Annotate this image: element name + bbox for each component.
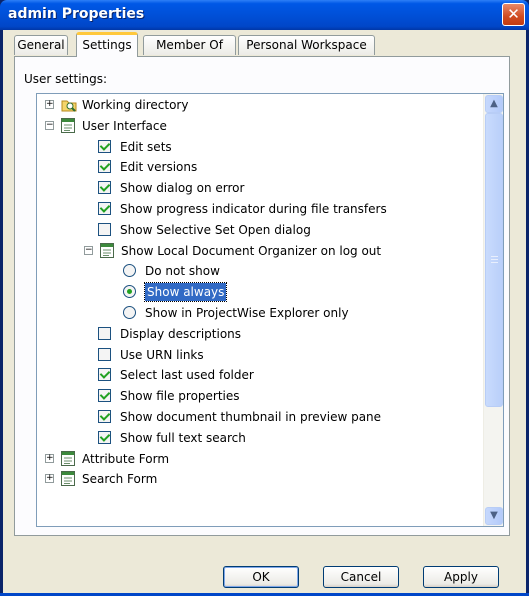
radio-button[interactable] <box>123 285 136 298</box>
collapse-icon[interactable]: − <box>84 246 93 255</box>
tree-row[interactable]: − Show Local Document Organizer on log ou… <box>37 241 483 261</box>
tree-row-label: Use URN links <box>120 348 204 362</box>
window-title: admin Properties <box>8 6 145 22</box>
tree-items: + Working directory − User Interface Edit se… <box>37 94 483 526</box>
scroll-thumb[interactable] <box>485 113 503 407</box>
tree-row[interactable]: Show always <box>37 282 483 302</box>
checkbox[interactable] <box>98 431 111 444</box>
tree-row-label: Show Selective Set Open dialog <box>120 223 311 237</box>
tree-row[interactable]: Show file properties <box>37 386 483 406</box>
tree-row[interactable]: Show progress indicator during file tran… <box>37 199 483 219</box>
checkbox[interactable] <box>98 410 111 423</box>
expand-icon[interactable]: + <box>45 454 54 463</box>
tab-settings[interactable]: Settings <box>76 32 138 57</box>
tree-row-label: Show always <box>143 282 228 302</box>
tree-row-label: Select last used folder <box>120 368 254 382</box>
tab-personal-workspace[interactable]: Personal Workspace <box>238 35 375 55</box>
close-button[interactable]: ✕ <box>502 3 525 26</box>
checkbox[interactable] <box>98 389 111 402</box>
tree-row[interactable]: Do not show <box>37 261 483 281</box>
checkbox[interactable] <box>98 368 111 381</box>
chevron-down-icon: ▼ <box>490 510 498 521</box>
tree-row-label: Search Form <box>82 472 158 486</box>
radio-button[interactable] <box>123 264 136 277</box>
tree-row-label: Show document thumbnail in preview pane <box>120 410 382 424</box>
settings-tree[interactable]: + Working directory − User Interface Edit se… <box>36 93 504 527</box>
tree-row[interactable]: + Working directory <box>37 95 483 115</box>
tab-label: Personal Workspace <box>246 38 367 52</box>
tree-row[interactable]: − User Interface <box>37 116 483 136</box>
tab-label: Member Of <box>156 38 223 52</box>
checkbox[interactable] <box>98 327 111 340</box>
tree-row[interactable]: Select last used folder <box>37 365 483 385</box>
tree-row-label: Working directory <box>82 98 189 112</box>
vertical-scrollbar[interactable]: ▲ ▼ <box>483 94 503 526</box>
radio-button[interactable] <box>123 306 136 319</box>
tree-row-label: Display descriptions <box>120 327 242 341</box>
tab-general[interactable]: General <box>14 35 68 55</box>
tree-row[interactable]: Show in ProjectWise Explorer only <box>37 303 483 323</box>
tree-row[interactable]: Edit sets <box>37 137 483 157</box>
tree-row[interactable]: + Attribute Form <box>37 449 483 469</box>
checkbox[interactable] <box>98 181 111 194</box>
scroll-down-button[interactable]: ▼ <box>485 507 503 525</box>
apply-label: Apply <box>444 570 478 584</box>
cancel-label: Cancel <box>340 570 382 584</box>
tree-row[interactable]: Show Selective Set Open dialog <box>37 220 483 240</box>
collapse-icon[interactable]: − <box>45 121 54 130</box>
tree-row[interactable]: Edit versions <box>37 157 483 177</box>
cancel-button[interactable]: Cancel <box>323 566 399 588</box>
tree-row-label: Attribute Form <box>82 452 170 466</box>
tree-row[interactable]: Use URN links <box>37 345 483 365</box>
tab-member-of[interactable]: Member Of <box>143 35 236 55</box>
folder-search-icon <box>61 97 77 112</box>
tree-row[interactable]: Show document thumbnail in preview pane <box>37 407 483 427</box>
close-icon: ✕ <box>507 5 520 23</box>
tree-row[interactable]: Show full text search <box>37 428 483 448</box>
tree-row-label: Show file properties <box>120 389 240 403</box>
form-icon <box>61 451 75 466</box>
checkbox[interactable] <box>98 202 111 215</box>
tree-row-label: User Interface <box>82 119 167 133</box>
tree-row-label: Show progress indicator during file tran… <box>120 202 387 216</box>
expand-icon[interactable]: + <box>45 474 54 483</box>
tree-row-label: Edit sets <box>120 140 172 154</box>
tree-row-label: Show dialog on error <box>120 181 245 195</box>
ok-button[interactable]: OK <box>223 566 299 588</box>
user-settings-label: User settings: <box>24 72 108 86</box>
form-icon <box>100 243 114 258</box>
tree-row-label: Show Local Document Organizer on log out <box>121 244 382 258</box>
tree-row-label: Do not show <box>145 264 220 278</box>
tree-row-label: Show in ProjectWise Explorer only <box>145 306 349 320</box>
tab-label: General <box>17 38 65 52</box>
tree-row-label: Edit versions <box>120 160 198 174</box>
tree-row[interactable]: + Search Form <box>37 469 483 489</box>
properties-window: admin Properties ✕ General Settings Memb… <box>0 0 529 596</box>
tree-row[interactable]: Show dialog on error <box>37 178 483 198</box>
tree-row[interactable]: Display descriptions <box>37 324 483 344</box>
checkbox[interactable] <box>98 140 111 153</box>
title-bar[interactable]: admin Properties ✕ <box>0 0 529 30</box>
checkbox[interactable] <box>98 348 111 361</box>
chevron-up-icon: ▲ <box>490 98 498 109</box>
checkbox[interactable] <box>98 160 111 173</box>
ok-label: OK <box>252 570 270 584</box>
form-icon <box>61 471 75 486</box>
apply-button[interactable]: Apply <box>423 566 499 588</box>
form-icon <box>61 118 75 133</box>
tab-label: Settings <box>82 38 132 52</box>
scroll-up-button[interactable]: ▲ <box>485 95 503 113</box>
expand-icon[interactable]: + <box>45 100 54 109</box>
checkbox[interactable] <box>98 223 111 236</box>
tree-row-label: Show full text search <box>120 431 246 445</box>
